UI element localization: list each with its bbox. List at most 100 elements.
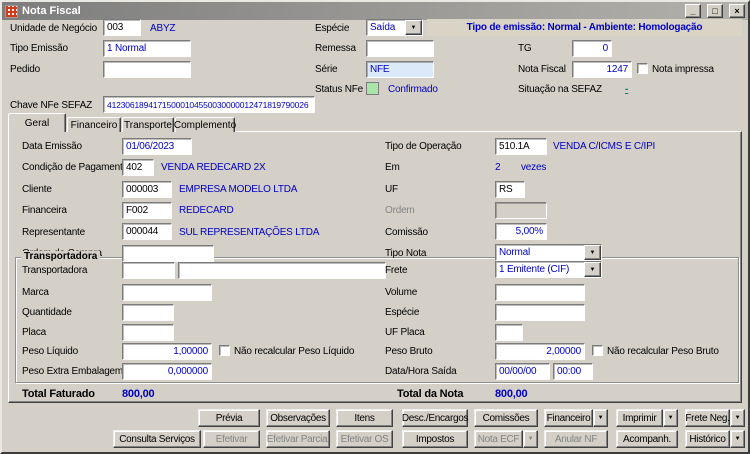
peso-bruto-field[interactable]: 2,00000: [495, 343, 585, 360]
quantidade-field[interactable]: [122, 304, 174, 321]
condicao-pagamento-field[interactable]: 402: [122, 159, 154, 176]
tab-geral[interactable]: Geral: [8, 113, 66, 132]
title-bar[interactable]: Nota Fiscal _ □ ×: [2, 2, 748, 20]
financeira-label: Financeira: [22, 205, 67, 216]
tipo-operacao-label: Tipo de Operação: [385, 141, 462, 152]
tipo-nota-select[interactable]: Normal ▼: [495, 244, 602, 261]
impostos-button[interactable]: Impostos: [402, 430, 468, 448]
total-nota-value: 800,00: [495, 388, 528, 400]
historico-dropdown-arrow-icon[interactable]: ▼: [730, 430, 745, 448]
maximize-button[interactable]: □: [707, 4, 723, 18]
financeiro-button[interactable]: Financeiro: [544, 409, 593, 427]
financeiro-dropdown-arrow-icon[interactable]: ▼: [593, 409, 608, 427]
status-nfe-label: Status NFe: [315, 84, 364, 95]
tipo-nota-label: Tipo Nota: [385, 248, 427, 259]
frete-value: 1 Emitente (CIF): [499, 264, 570, 275]
total-nota-label: Total da Nota: [397, 388, 464, 400]
tipo-emissao-label: Tipo Emissão: [10, 43, 68, 54]
transportadora-code-field[interactable]: [122, 262, 175, 279]
consulta-servicos-button[interactable]: Consulta Serviços: [113, 430, 201, 448]
representante-label: Representante: [22, 227, 86, 238]
especie-value: Saída: [370, 22, 396, 33]
efetivar-parcial-button[interactable]: Efetivar Parcial: [266, 430, 330, 448]
tab-complemento-label: Complemento: [173, 119, 237, 131]
comissao-label: Comissão: [385, 227, 428, 238]
volume-field[interactable]: [495, 284, 585, 301]
previa-button[interactable]: Prévia: [198, 409, 260, 427]
transportadora-name-field[interactable]: [178, 262, 386, 279]
data-emissao-field[interactable]: 01/06/2023: [122, 138, 192, 155]
situacao-sefaz-link[interactable]: -: [625, 84, 628, 95]
nao-recalcular-peso-bruto-label: Não recalcular Peso Bruto: [607, 346, 719, 357]
financeira-field[interactable]: F002: [122, 202, 172, 219]
frete-select[interactable]: 1 Emitente (CIF) ▼: [495, 261, 602, 278]
nao-recalcular-peso-bruto-checkbox[interactable]: [592, 345, 603, 356]
tab-complemento[interactable]: Complemento: [173, 117, 237, 132]
uf-field[interactable]: RS: [495, 181, 525, 198]
chevron-down-icon[interactable]: ▼: [584, 262, 601, 277]
acompanh-button[interactable]: Acompanh.: [616, 430, 678, 448]
chevron-down-icon[interactable]: ▼: [405, 20, 422, 35]
hora-saida-field[interactable]: 00:00: [553, 363, 593, 380]
especie-label: Espécie: [315, 23, 350, 34]
unidade-negocio-field[interactable]: 003: [103, 19, 141, 36]
nao-recalcular-peso-liquido-checkbox[interactable]: [219, 345, 230, 356]
peso-extra-field[interactable]: 0,000000: [122, 363, 212, 380]
placa-field[interactable]: [122, 324, 174, 341]
remessa-label: Remessa: [315, 43, 356, 54]
remessa-field[interactable]: [366, 40, 434, 57]
chave-nfe-field[interactable]: 4123061894171500010455003000001247181979…: [103, 96, 315, 113]
uf-label: UF: [385, 184, 398, 195]
representante-field[interactable]: 000044: [122, 223, 172, 240]
comissao-field[interactable]: 5,00%: [495, 223, 547, 240]
tipo-emissao-field[interactable]: 1 Normal: [103, 40, 191, 57]
serie-label: Série: [315, 64, 338, 75]
uf-placa-label: UF Placa: [385, 327, 425, 338]
especie-transporte-field[interactable]: [495, 304, 585, 321]
tipo-operacao-field[interactable]: 510.1A: [495, 138, 547, 155]
itens-button[interactable]: Itens: [336, 409, 393, 427]
cliente-desc: EMPRESA MODELO LTDA: [179, 184, 298, 195]
condicao-pagamento-desc: VENDA REDECARD 2X: [161, 162, 266, 173]
pedido-field[interactable]: [103, 61, 191, 78]
comissoes-button[interactable]: Comissões: [474, 409, 538, 427]
data-saida-field[interactable]: 00/00/00: [495, 363, 550, 380]
status-nfe-value: Confirmado: [388, 84, 438, 95]
peso-liquido-field[interactable]: 1,00000: [122, 343, 212, 360]
tab-financeiro[interactable]: Financeiro: [67, 117, 121, 132]
frete-neg-dropdown-arrow-icon[interactable]: ▼: [730, 409, 745, 427]
nota-ecf-button[interactable]: Nota ECF: [474, 430, 523, 448]
imprimir-button[interactable]: Imprimir: [616, 409, 663, 427]
emission-environment-banner: Tipo de emissão: Normal - Ambiente: Homo…: [427, 19, 742, 36]
nota-fiscal-field[interactable]: 1247: [572, 61, 632, 78]
frete-neg-button[interactable]: Frete Neg.: [685, 409, 730, 427]
efetivar-os-button[interactable]: Efetivar OS: [336, 430, 393, 448]
financeira-desc: REDECARD: [179, 205, 234, 216]
uf-placa-field[interactable]: [495, 324, 523, 341]
tab-financeiro-label: Financeiro: [70, 119, 118, 131]
chave-nfe-label: Chave NFe SEFAZ: [10, 100, 93, 111]
tab-transporte-label: Transporte: [124, 119, 172, 131]
especie-select[interactable]: Saída ▼: [366, 19, 423, 36]
tg-field[interactable]: 0: [572, 40, 612, 57]
em-label: Em: [385, 162, 400, 173]
marca-field[interactable]: [122, 284, 212, 301]
serie-field[interactable]: NFE: [366, 61, 434, 78]
cliente-field[interactable]: 000003: [122, 181, 172, 198]
close-button[interactable]: ×: [729, 4, 745, 18]
anular-nf-button[interactable]: Anular NF: [544, 430, 608, 448]
nota-impressa-checkbox[interactable]: [637, 63, 648, 74]
ordem-field: [495, 202, 547, 219]
imprimir-dropdown-arrow-icon[interactable]: ▼: [663, 409, 678, 427]
observacoes-button[interactable]: Observações: [266, 409, 330, 427]
chevron-down-icon[interactable]: ▼: [584, 245, 601, 260]
historico-button[interactable]: Histórico: [685, 430, 730, 448]
volume-label: Volume: [385, 287, 418, 298]
nota-fiscal-label: Nota Fiscal: [518, 64, 566, 75]
nota-ecf-dropdown-arrow-icon[interactable]: ▼: [523, 430, 538, 448]
efetivar-button[interactable]: Efetivar: [203, 430, 260, 448]
minimize-button[interactable]: _: [685, 4, 701, 18]
desc-encargos-button[interactable]: Desc./Encargos: [402, 409, 469, 427]
tab-transporte[interactable]: Transporte: [122, 117, 174, 132]
ordem-compra-field[interactable]: [122, 245, 214, 262]
